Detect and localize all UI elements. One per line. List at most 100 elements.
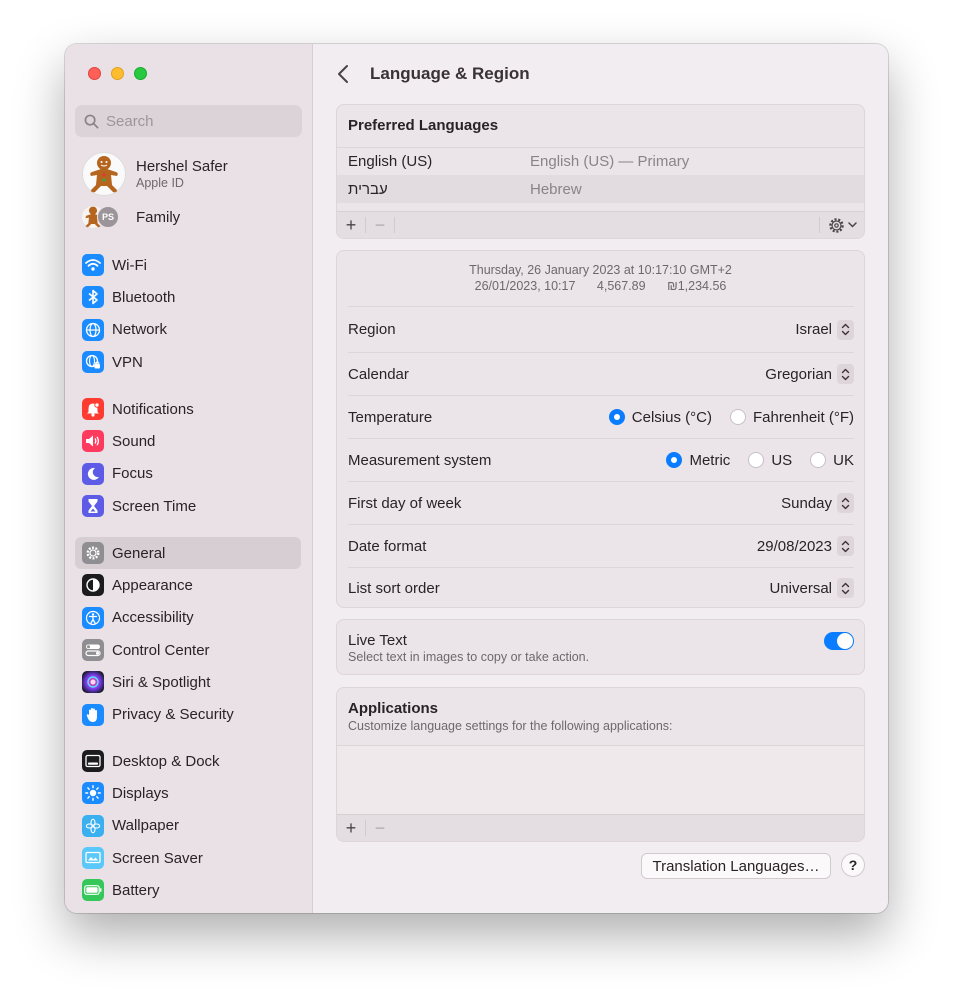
sample-date-short: 26/01/2023, 10:17: [474, 279, 576, 293]
search-field[interactable]: [75, 105, 302, 137]
us-radio[interactable]: US: [748, 452, 792, 469]
first-day-popup[interactable]: Sunday: [781, 493, 854, 513]
format-sample: Thursday, 26 January 2023 at 10:17:10 GM…: [337, 251, 864, 294]
avatar: [82, 152, 126, 196]
help-button[interactable]: ?: [841, 853, 865, 877]
sidebar-item-battery[interactable]: Battery: [75, 874, 301, 906]
sidebar-item-family[interactable]: PS Family: [82, 204, 180, 230]
screensaver-icon: [82, 847, 104, 870]
region-label: Region: [348, 321, 396, 338]
applications-heading: Applications: [348, 700, 439, 717]
date-format-row: Date format 29/08/2023: [348, 524, 854, 567]
first-day-value: Sunday: [781, 494, 832, 512]
chevron-left-icon: [338, 65, 348, 83]
sidebar-item-vpn[interactable]: VPN: [75, 346, 301, 378]
region-popup[interactable]: Israel: [795, 319, 854, 340]
back-button[interactable]: [336, 64, 352, 84]
radio-unselected: [729, 409, 746, 425]
remove-application-button[interactable]: −: [366, 815, 394, 842]
metric-radio[interactable]: Metric: [666, 452, 730, 469]
sidebar-item-bluetooth[interactable]: Bluetooth: [75, 281, 301, 313]
live-text-card: Live Text Select text in images to copy …: [336, 619, 865, 675]
sidebar-item-siri-spotlight[interactable]: Siri & Spotlight: [75, 666, 301, 698]
sidebar-item-general[interactable]: General: [75, 537, 301, 570]
translation-languages-button[interactable]: Translation Languages…: [641, 853, 831, 879]
uk-radio[interactable]: UK: [810, 452, 854, 469]
sidebar-item-network[interactable]: Network: [75, 314, 301, 346]
add-application-button[interactable]: +: [337, 815, 365, 842]
remove-language-button[interactable]: −: [366, 212, 394, 239]
sidebar-item-accessibility[interactable]: Accessibility: [75, 602, 301, 634]
add-language-button[interactable]: +: [337, 212, 365, 239]
action-menu-button[interactable]: [820, 217, 864, 234]
battery-icon: [82, 879, 104, 902]
hand-icon: [82, 703, 104, 726]
sidebar-item-control-center[interactable]: Control Center: [75, 634, 301, 666]
chevron-down-icon: [847, 222, 857, 228]
date-format-popup[interactable]: 29/08/2023: [757, 536, 854, 556]
updown-chevron-icon: [837, 493, 854, 513]
sidebar-item-desktop-dock[interactable]: Desktop & Dock: [75, 745, 301, 777]
radio-label: Metric: [689, 451, 731, 469]
region-settings-card: Thursday, 26 January 2023 at 10:17:10 GM…: [336, 250, 865, 608]
sidebar-item-sound[interactable]: Sound: [75, 425, 301, 457]
sidebar-item-wifi[interactable]: Wi-Fi: [75, 249, 301, 281]
radio-label: Celsius (°C): [631, 408, 712, 426]
date-format-label: Date format: [348, 537, 427, 555]
applications-list[interactable]: [337, 745, 864, 815]
sidebar-item-label: Control Center: [112, 641, 210, 659]
sidebar-item-displays[interactable]: Displays: [75, 777, 301, 809]
sort-order-value: Universal: [769, 579, 832, 597]
calendar-value: Gregorian: [765, 365, 832, 383]
sidebar-item-privacy-security[interactable]: Privacy & Security: [75, 698, 301, 730]
updown-chevron-icon: [837, 319, 854, 340]
sidebar-item-notifications[interactable]: Notifications: [75, 393, 301, 425]
live-text-toggle[interactable]: [824, 632, 854, 650]
applications-card: Applications Customize language settings…: [336, 687, 865, 842]
region-value: Israel: [795, 321, 832, 338]
sidebar-item-screen-saver[interactable]: Screen Saver: [75, 842, 301, 874]
sidebar-item-focus[interactable]: Focus: [75, 458, 301, 490]
language-description: English (US) — Primary: [530, 153, 690, 170]
close-button[interactable]: [88, 67, 101, 80]
sidebar-item-label: Siri & Spotlight: [112, 673, 211, 691]
celsius-radio[interactable]: Celsius (°C): [608, 408, 712, 426]
radio-unselected: [810, 452, 827, 468]
globe-icon: [82, 318, 104, 341]
sidebar-item-label: Wi-Fi: [112, 256, 147, 274]
sidebar-item-label: Displays: [112, 784, 169, 802]
radio-label: UK: [833, 451, 854, 469]
preferred-languages-toolbar: + −: [337, 211, 864, 238]
minimize-button[interactable]: [111, 67, 124, 80]
search-icon: [84, 114, 99, 128]
preferred-languages-heading: Preferred Languages: [348, 117, 499, 134]
measurement-label: Measurement system: [348, 451, 492, 469]
search-input[interactable]: [106, 112, 286, 130]
sort-order-popup[interactable]: Universal: [769, 578, 854, 598]
radio-selected: [666, 452, 683, 468]
apple-id-profile[interactable]: Hershel Safer Apple ID: [82, 152, 302, 196]
family-member-avatar: PS: [97, 206, 119, 228]
sidebar-item-appearance[interactable]: Appearance: [75, 569, 301, 601]
sort-order-label: List sort order: [348, 579, 440, 597]
profile-name: Hershel Safer: [136, 158, 228, 175]
sidebar-group-system: General Appearance Accessibility Control…: [75, 537, 301, 731]
dock-icon: [82, 750, 104, 773]
measurement-row: Measurement system Metric US UK: [348, 438, 854, 481]
calendar-popup[interactable]: Gregorian: [765, 364, 854, 384]
calendar-label: Calendar: [348, 365, 409, 383]
zoom-button[interactable]: [134, 67, 147, 80]
fahrenheit-radio[interactable]: Fahrenheit (°F): [729, 408, 854, 426]
region-row: Region Israel: [348, 306, 854, 352]
first-day-label: First day of week: [348, 494, 462, 512]
sidebar-item-screen-time[interactable]: Screen Time: [75, 490, 301, 522]
page-title: Language & Region: [370, 64, 530, 83]
sidebar-item-wallpaper[interactable]: Wallpaper: [75, 810, 301, 842]
radio-label: Fahrenheit (°F): [752, 408, 854, 426]
siri-icon: [82, 671, 104, 694]
hourglass-icon: [82, 495, 104, 518]
sidebar-item-label: Sound: [112, 432, 156, 450]
language-row[interactable]: English (US) English (US) — Primary: [337, 147, 864, 175]
language-row[interactable]: עברית Hebrew: [337, 175, 864, 203]
sidebar-item-label: Appearance: [112, 576, 193, 594]
